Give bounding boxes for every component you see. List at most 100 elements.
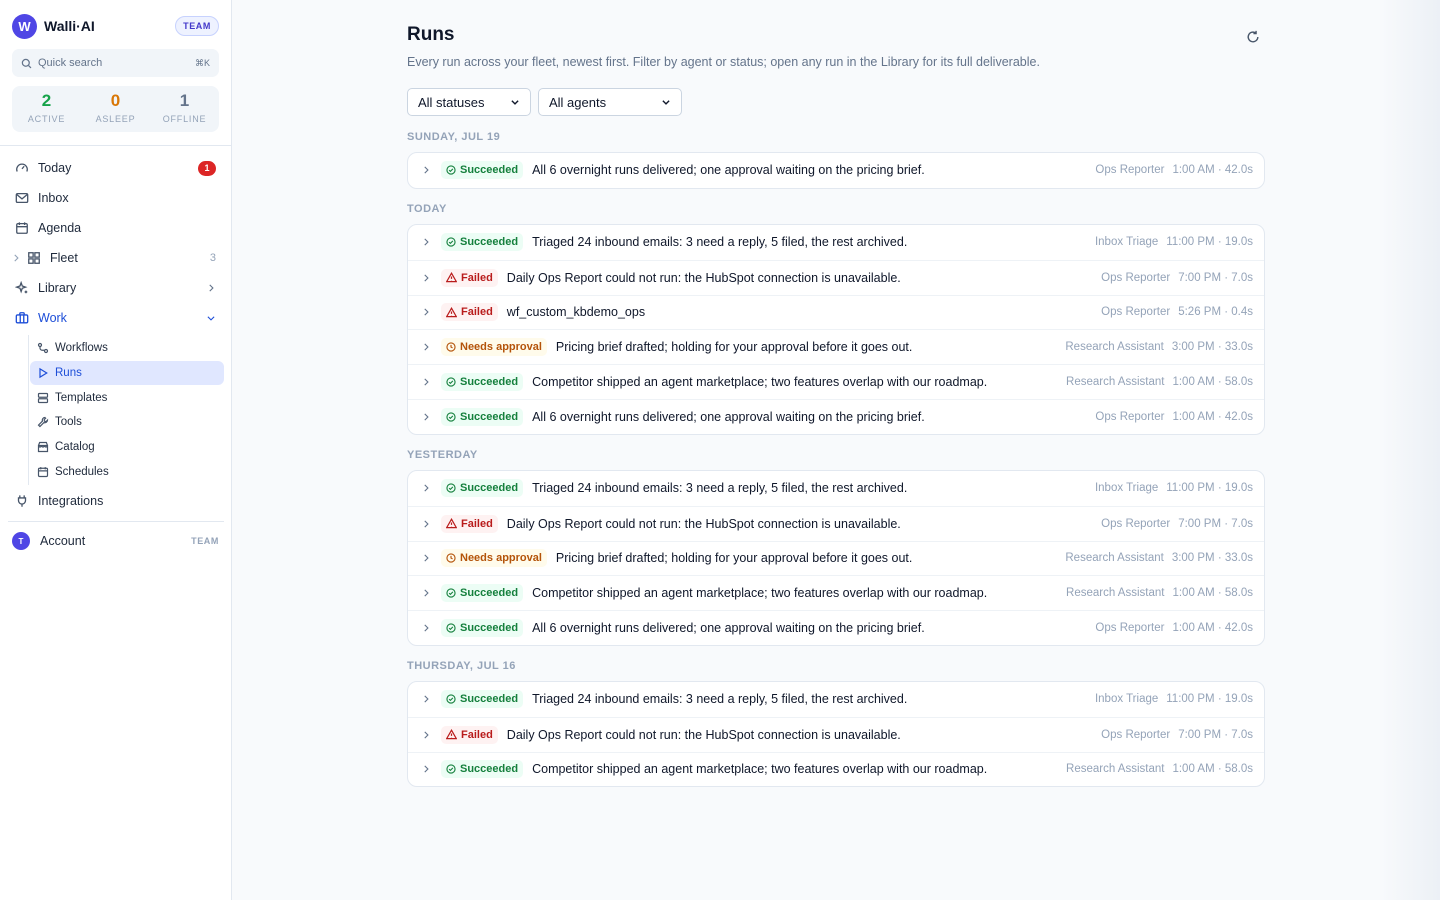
- chevron-right-icon[interactable]: [10, 250, 22, 266]
- status-label: Succeeded: [460, 410, 519, 423]
- run-row[interactable]: Failed Daily Ops Report could not run: th…: [408, 505, 1264, 541]
- run-row[interactable]: Needs approval Pricing brief drafted; hol…: [408, 329, 1264, 364]
- run-row[interactable]: Succeeded Triaged 24 inbound emails: 3 ne…: [408, 682, 1264, 717]
- agent-filter-value: All agents: [549, 94, 607, 110]
- status-badge: Needs approval: [441, 338, 547, 357]
- nav-agenda[interactable]: Agenda: [8, 215, 224, 241]
- run-row[interactable]: Failed Daily Ops Report could not run: th…: [408, 716, 1264, 752]
- run-meta: Ops Reporter 7:00 PM · 7.0s: [1101, 272, 1253, 284]
- nav-label: Fleet: [50, 251, 78, 265]
- run-time: 3:00 PM · 33.0s: [1171, 552, 1253, 565]
- subnav-label: Runs: [55, 367, 82, 379]
- nav-fleet[interactable]: Fleet 3: [8, 245, 224, 271]
- chevron-right-icon[interactable]: [419, 342, 433, 352]
- run-agent: Inbox Triage: [1094, 693, 1159, 706]
- run-row[interactable]: Succeeded All 6 overnight runs delivered;…: [408, 610, 1264, 645]
- run-summary: Pricing brief drafted; holding for your …: [555, 551, 913, 566]
- nav-label: Library: [38, 281, 77, 295]
- status-label: Succeeded: [460, 763, 519, 776]
- chevron-right-icon[interactable]: [419, 730, 433, 740]
- status-badge: Succeeded: [441, 690, 524, 709]
- chevron-right-icon[interactable]: [419, 237, 433, 247]
- date-group-label: SUNDAY, JUL 19: [407, 131, 501, 143]
- run-row[interactable]: Succeeded Triaged 24 inbound emails: 3 ne…: [408, 225, 1264, 260]
- subnav-schedules[interactable]: Schedules: [30, 460, 224, 484]
- run-row[interactable]: Succeeded All 6 overnight runs delivered;…: [408, 398, 1264, 434]
- grid-icon: [26, 250, 42, 266]
- agent-filter[interactable]: All agents: [538, 88, 682, 116]
- stat-offline[interactable]: 1 OFFLINE: [150, 86, 219, 132]
- clock-icon: [446, 342, 460, 352]
- run-meta: Ops Reporter 1:00 AM · 42.0s: [1095, 164, 1253, 176]
- stat-label: ASLEEP: [95, 114, 136, 124]
- run-meta: Research Assistant 3:00 PM · 33.0s: [1065, 341, 1253, 353]
- run-agent: Ops Reporter: [1095, 622, 1165, 635]
- chevron-right-icon[interactable]: [206, 283, 216, 293]
- chevron-right-icon[interactable]: [419, 623, 433, 633]
- subnav-catalog[interactable]: Catalog: [30, 435, 224, 459]
- nav-library[interactable]: Library: [8, 275, 224, 301]
- page-title: Runs: [407, 24, 455, 45]
- account[interactable]: T Account TEAM: [12, 530, 219, 552]
- status-label: Succeeded: [460, 693, 519, 706]
- chevron-right-icon[interactable]: [419, 694, 433, 704]
- chevron-right-icon[interactable]: [419, 483, 433, 493]
- nav-work[interactable]: Work: [8, 305, 224, 331]
- run-meta: Ops Reporter 7:00 PM · 7.0s: [1101, 729, 1253, 741]
- account-label: Account: [40, 534, 86, 548]
- clock-icon: [446, 553, 460, 564]
- run-summary: Daily Ops Report could not run: the HubS…: [506, 516, 901, 531]
- run-row[interactable]: Succeeded Competitor shipped an agent mar…: [408, 364, 1264, 399]
- run-agent: Ops Reporter: [1095, 164, 1165, 177]
- chevron-right-icon[interactable]: [419, 377, 433, 387]
- stat-active[interactable]: 2 ACTIVE: [12, 86, 81, 132]
- run-row[interactable]: Succeeded All 6 overnight runs delivered;…: [408, 153, 1264, 188]
- run-row[interactable]: Needs approval Pricing brief drafted; hol…: [408, 540, 1264, 576]
- refresh-button[interactable]: [1244, 28, 1262, 46]
- nav-inbox[interactable]: Inbox: [8, 185, 224, 211]
- subnav-templates[interactable]: Templates: [30, 386, 224, 410]
- nav-integrations[interactable]: Integrations: [8, 488, 224, 514]
- run-agent: Research Assistant: [1066, 376, 1165, 389]
- sidebar-divider: [0, 145, 231, 146]
- nav-today[interactable]: Today 1: [8, 155, 224, 181]
- run-time: 1:00 AM · 58.0s: [1172, 763, 1253, 776]
- run-meta: Research Assistant 3:00 PM · 33.0s: [1065, 552, 1253, 564]
- subnav-runs[interactable]: Runs: [30, 361, 224, 385]
- run-summary: Competitor shipped an agent marketplace;…: [532, 762, 988, 777]
- search-shortcut: ⌘K: [194, 57, 210, 68]
- run-row[interactable]: Succeeded Competitor shipped an agent mar…: [408, 575, 1264, 610]
- status-filter[interactable]: All statuses: [407, 88, 531, 116]
- subnav-workflows[interactable]: Workflows: [30, 336, 224, 360]
- run-row[interactable]: Succeeded Competitor shipped an agent mar…: [408, 751, 1264, 787]
- status-badge: Failed: [441, 725, 498, 744]
- chevron-right-icon[interactable]: [419, 307, 433, 317]
- brand[interactable]: W Walli·AI TEAM: [12, 13, 219, 39]
- run-group: Succeeded Triaged 24 inbound emails: 3 ne…: [407, 681, 1265, 788]
- run-row[interactable]: Succeeded Triaged 24 inbound emails: 3 ne…: [408, 471, 1264, 506]
- run-row[interactable]: Failed wf_custom_kbdemo_ops Ops Reporter 5:…: [408, 294, 1264, 330]
- chevron-down-icon[interactable]: [206, 313, 216, 323]
- chevron-right-icon[interactable]: [419, 553, 433, 563]
- avatar: T: [12, 532, 30, 550]
- nav-label: Agenda: [38, 221, 82, 235]
- run-row[interactable]: Failed Daily Ops Report could not run: th…: [408, 259, 1264, 295]
- run-summary: Triaged 24 inbound emails: 3 need a repl…: [532, 235, 908, 250]
- run-agent: Ops Reporter: [1101, 728, 1171, 741]
- search-placeholder: Quick search: [38, 57, 103, 69]
- status-badge: Needs approval: [441, 549, 547, 568]
- chevron-right-icon[interactable]: [419, 588, 433, 598]
- chevron-right-icon[interactable]: [419, 764, 433, 774]
- run-meta: Inbox Triage 11:00 PM · 19.0s: [1095, 693, 1253, 705]
- run-time: 7:00 PM · 7.0s: [1178, 728, 1253, 741]
- stat-asleep[interactable]: 0 ASLEEP: [81, 86, 150, 132]
- subnav-tools[interactable]: Tools: [30, 410, 224, 434]
- chevron-right-icon[interactable]: [419, 165, 433, 175]
- quick-search[interactable]: Quick search ⌘K: [12, 49, 219, 77]
- run-summary: Competitor shipped an agent marketplace;…: [532, 586, 988, 601]
- date-group-label: THURSDAY, JUL 16: [407, 660, 516, 672]
- chevron-right-icon[interactable]: [419, 273, 433, 283]
- status-label: Failed: [461, 728, 493, 741]
- chevron-right-icon[interactable]: [419, 519, 433, 529]
- chevron-right-icon[interactable]: [419, 412, 433, 422]
